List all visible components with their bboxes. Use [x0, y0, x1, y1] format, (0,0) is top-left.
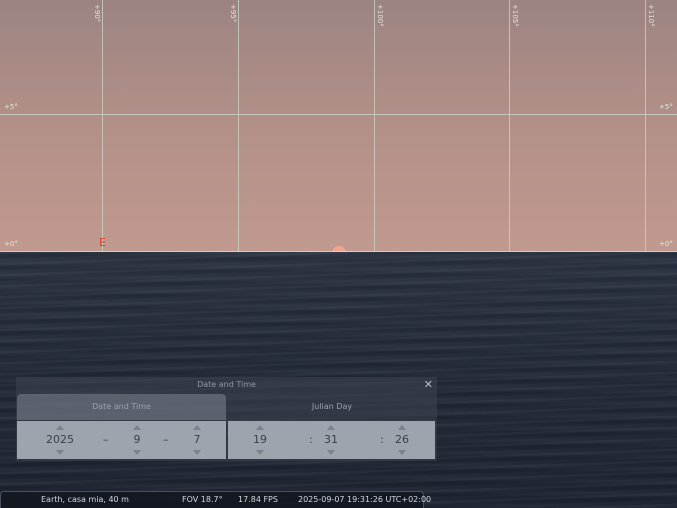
month-spinbox[interactable]: 9	[117, 421, 157, 459]
chevron-up-icon[interactable]	[327, 425, 335, 430]
parallel-label: +0°	[659, 240, 673, 248]
time-panel: 19 : 31 : 26	[228, 421, 435, 459]
meridian-line	[509, 0, 510, 252]
meridian-label: +100°	[376, 4, 384, 27]
second-value[interactable]: 26	[382, 432, 422, 448]
minute-spinbox[interactable]: 31	[311, 421, 351, 459]
horizon-line	[0, 251, 677, 252]
meridian-line	[102, 0, 103, 252]
status-bar: Earth, casa mia, 40 m FOV 18.7° 17.84 FP…	[0, 491, 431, 508]
chevron-up-icon[interactable]	[56, 425, 64, 430]
sky-view[interactable]: +90° +95° +100° +105° +110° +5° +5° +0° …	[0, 0, 677, 252]
chevron-down-icon[interactable]	[56, 450, 64, 455]
meridian-line	[374, 0, 375, 252]
parallel-label: +0°	[4, 240, 18, 248]
tab-date-and-time[interactable]: Date and Time	[17, 394, 226, 420]
location-text[interactable]: Earth, casa mia, 40 m	[41, 495, 129, 504]
chevron-up-icon[interactable]	[398, 425, 406, 430]
dialog-title[interactable]: Date and Time	[16, 377, 437, 393]
meridian-label: +90°	[93, 4, 101, 23]
hour-value[interactable]: 19	[240, 432, 280, 448]
year-spinbox[interactable]: 2025	[40, 421, 80, 459]
cardinal-east-label: E	[99, 236, 106, 249]
date-panel: 2025 – 9 – 7	[17, 421, 226, 459]
meridian-line	[238, 0, 239, 252]
month-value[interactable]: 9	[117, 432, 157, 448]
chevron-down-icon[interactable]	[133, 450, 141, 455]
minute-value[interactable]: 31	[311, 432, 351, 448]
chevron-down-icon[interactable]	[327, 450, 335, 455]
tab-julian-day[interactable]: Julian Day	[228, 394, 436, 420]
day-value[interactable]: 7	[177, 432, 217, 448]
chevron-down-icon[interactable]	[193, 450, 201, 455]
close-icon[interactable]: ✕	[424, 378, 433, 392]
parallel-label: +5°	[659, 103, 673, 111]
meridian-label: +110°	[647, 4, 655, 27]
chevron-up-icon[interactable]	[133, 425, 141, 430]
date-separator: –	[163, 433, 169, 446]
fov-text[interactable]: FOV 18.7°	[182, 495, 223, 504]
second-spinbox[interactable]: 26	[382, 421, 422, 459]
date-separator: –	[103, 433, 109, 446]
parallel-label: +5°	[4, 103, 18, 111]
chevron-up-icon[interactable]	[193, 425, 201, 430]
chevron-down-icon[interactable]	[256, 450, 264, 455]
hour-spinbox[interactable]: 19	[240, 421, 280, 459]
meridian-line	[645, 0, 646, 252]
meridian-label: +95°	[229, 4, 237, 23]
day-spinbox[interactable]: 7	[177, 421, 217, 459]
year-value[interactable]: 2025	[40, 432, 80, 448]
chevron-down-icon[interactable]	[398, 450, 406, 455]
parallel-line	[0, 114, 677, 115]
chevron-up-icon[interactable]	[256, 425, 264, 430]
fps-text: 17.84 FPS	[238, 495, 278, 504]
meridian-label: +105°	[511, 4, 519, 27]
date-time-dialog: Date and Time ✕ Date and Time Julian Day…	[16, 377, 437, 461]
datetime-text[interactable]: 2025-09-07 19:31:26 UTC+02:00	[298, 495, 431, 504]
